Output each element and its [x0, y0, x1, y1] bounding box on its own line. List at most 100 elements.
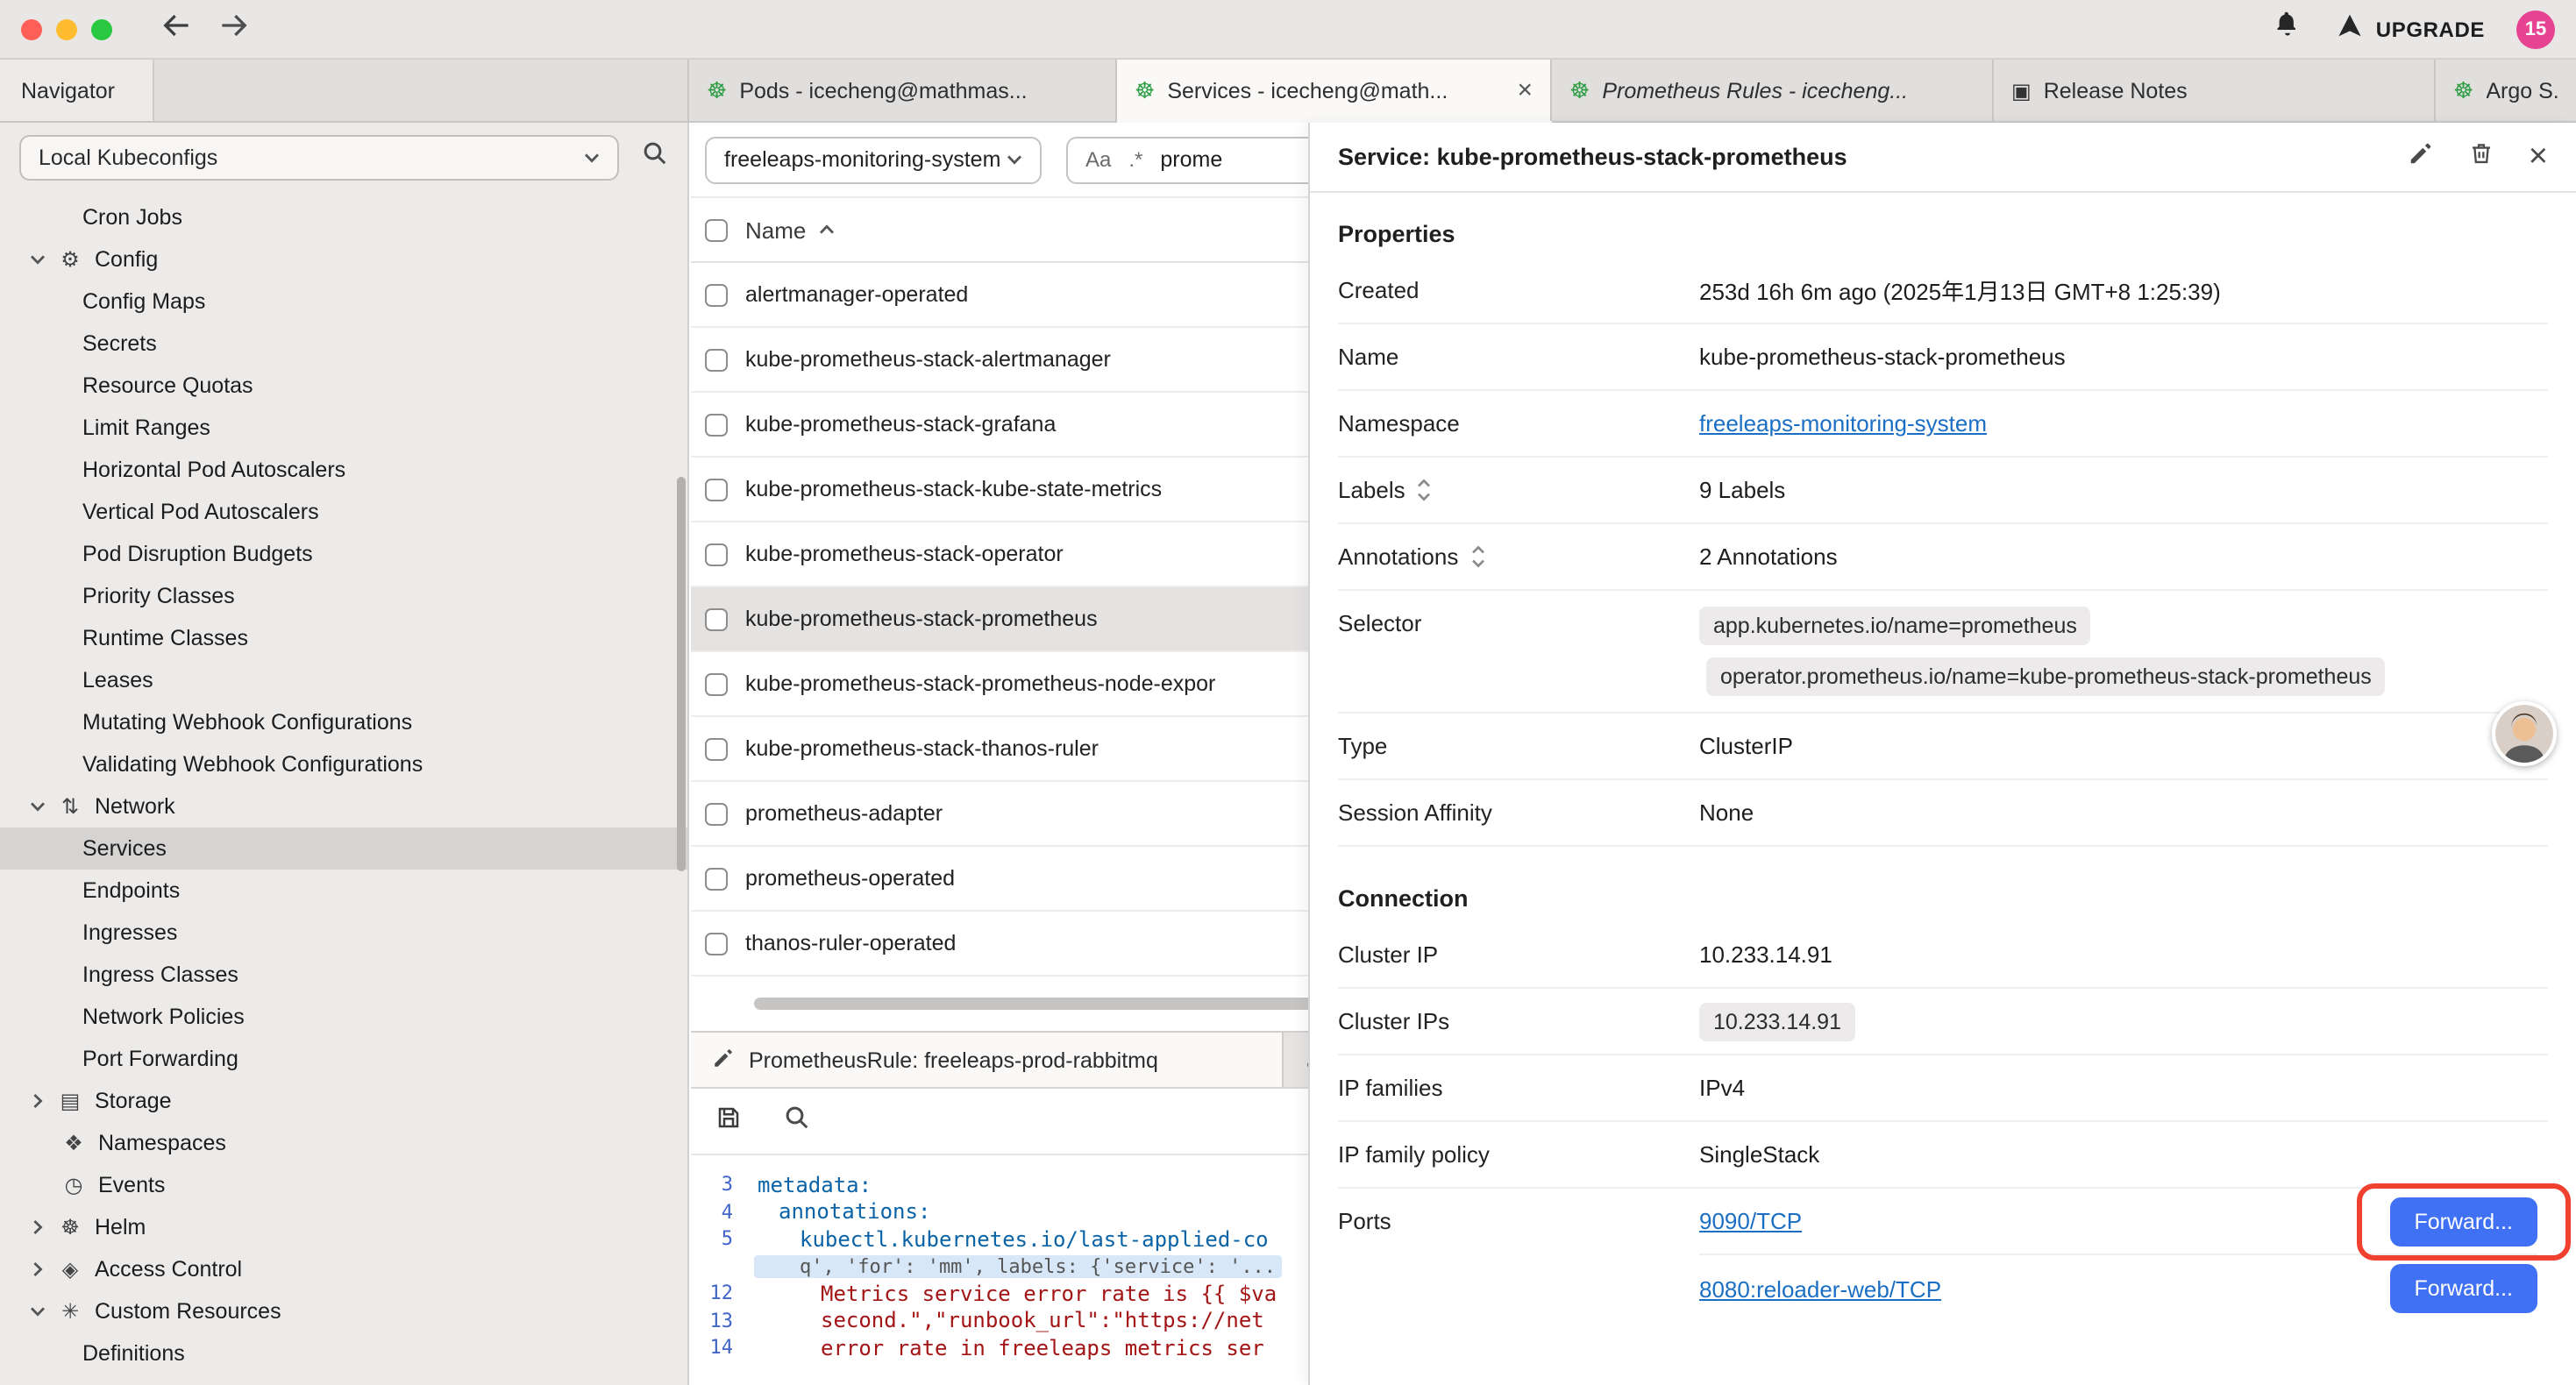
sidebar-header: Navigator [0, 60, 689, 121]
row-checkbox[interactable] [705, 802, 728, 825]
port-line-9090: 9090/TCP Forward... [1699, 1189, 2537, 1255]
row-checkbox[interactable] [705, 672, 728, 695]
sidebar-item-config-maps[interactable]: Config Maps [0, 281, 687, 323]
tab-prometheus-rules[interactable]: ☸ Prometheus Rules - icecheng... [1552, 60, 1994, 121]
search-value: prome [1160, 147, 1222, 172]
property-row-cluster-ips: Cluster IPs 10.233.14.91 [1338, 989, 2548, 1055]
sidebar-item-secrets[interactable]: Secrets [0, 323, 687, 365]
tab-services[interactable]: ☸ Services - icecheng@math... × [1117, 60, 1552, 121]
forward-port-button[interactable]: Forward... [2389, 1197, 2537, 1246]
sidebar-item-leases[interactable]: Leases [0, 659, 687, 701]
notifications-bell-icon[interactable] [2274, 11, 2301, 47]
chevron-down-icon [1007, 154, 1022, 165]
tab-navigator[interactable]: Navigator [0, 60, 154, 121]
tab-close-icon[interactable]: × [1517, 77, 1533, 103]
property-row-name: Name kube-prometheus-stack-prometheus [1338, 324, 2548, 391]
forward-port-button[interactable]: Forward... [2389, 1264, 2537, 1313]
upgrade-button[interactable]: UPGRADE [2336, 12, 2485, 46]
row-checkbox[interactable] [705, 348, 728, 371]
save-icon[interactable] [715, 1104, 742, 1140]
upgrade-label: UPGRADE [2376, 17, 2485, 41]
sidebar-item-config[interactable]: ⚙Config [0, 238, 687, 281]
selector-chip: operator.prometheus.io/name=kube-prometh… [1706, 657, 2386, 696]
sidebar-item-cron-jobs[interactable]: Cron Jobs [0, 196, 687, 238]
editor-tab-prometheusrule[interactable]: PrometheusRule: freeleaps-prod-rabbitmq [691, 1033, 1284, 1087]
kubernetes-icon: ☸ [707, 76, 727, 104]
row-checkbox[interactable] [705, 478, 728, 501]
sidebar-item-access-control[interactable]: ◈Access Control [0, 1248, 687, 1290]
sidebar-scrollbar[interactable] [677, 477, 686, 871]
close-window-button[interactable] [21, 18, 42, 39]
regex-toggle[interactable]: .* [1128, 147, 1142, 172]
user-avatar[interactable] [2492, 701, 2557, 766]
match-case-toggle[interactable]: Aa [1085, 147, 1111, 172]
port-link[interactable]: 8080:reloader-web/TCP [1699, 1275, 1941, 1302]
navigator-sidebar: Local Kubeconfigs Cron Jobs ⚙Config Conf… [0, 123, 689, 1385]
close-icon[interactable]: × [2529, 140, 2548, 174]
sidebar-item-endpoints[interactable]: Endpoints [0, 870, 687, 912]
section-heading-properties: Properties [1338, 221, 2548, 247]
sidebar-item-pod-disruption-budgets[interactable]: Pod Disruption Budgets [0, 533, 687, 575]
kubeconfig-select[interactable]: Local Kubeconfigs [19, 135, 619, 181]
sidebar-item-validating-webhook-configurations[interactable]: Validating Webhook Configurations [0, 743, 687, 785]
edit-pencil-icon[interactable] [2408, 139, 2434, 174]
sidebar-item-storage[interactable]: ▤Storage [0, 1080, 687, 1122]
sidebar-item-custom-resources[interactable]: ✳Custom Resources [0, 1290, 687, 1332]
expand-updown-icon[interactable] [1470, 545, 1484, 568]
namespace-select[interactable]: freeleaps-monitoring-system [705, 136, 1042, 183]
namespaces-icon: ❖ [60, 1131, 88, 1155]
annotation-highlight-box: Forward... [2356, 1183, 2571, 1260]
sidebar-item-resource-quotas[interactable]: Resource Quotas [0, 365, 687, 407]
sidebar-item-ingress-classes[interactable]: Ingress Classes [0, 954, 687, 996]
port-link[interactable]: 9090/TCP [1699, 1208, 1802, 1234]
tab-pods[interactable]: ☸ Pods - icecheng@mathmas... [689, 60, 1117, 121]
sidebar-item-helm[interactable]: ☸Helm [0, 1206, 687, 1248]
expand-updown-icon[interactable] [1418, 479, 1432, 501]
sidebar-item-definitions[interactable]: Definitions [0, 1332, 687, 1374]
zoom-window-button[interactable] [91, 18, 112, 39]
horizontal-scrollbar[interactable] [754, 998, 1319, 1010]
minimize-window-button[interactable] [56, 18, 77, 39]
editor-search-icon[interactable] [784, 1104, 810, 1140]
namespace-link[interactable]: freeleaps-monitoring-system [1699, 410, 1987, 437]
row-checkbox[interactable] [705, 283, 728, 306]
sidebar-item-runtime-classes[interactable]: Runtime Classes [0, 617, 687, 659]
notification-count-badge[interactable]: 15 [2516, 10, 2555, 48]
property-row-ip-families: IP families IPv4 [1338, 1055, 2548, 1122]
sidebar-item-ingresses[interactable]: Ingresses [0, 912, 687, 954]
sidebar-search-icon[interactable] [642, 140, 668, 175]
row-checkbox[interactable] [705, 737, 728, 760]
tab-bar: Navigator ☸ Pods - icecheng@mathmas... ☸… [0, 60, 2576, 123]
sidebar-item-events[interactable]: ◷Events [0, 1164, 687, 1206]
select-all-checkbox[interactable] [705, 218, 728, 241]
detail-panel-header: Service: kube-prometheus-stack-prometheu… [1310, 123, 2576, 193]
row-checkbox[interactable] [705, 867, 728, 890]
row-checkbox[interactable] [705, 607, 728, 630]
sidebar-item-priority-classes[interactable]: Priority Classes [0, 575, 687, 617]
tab-argo[interactable]: ☸ Argo S... [2436, 60, 2576, 121]
sidebar-item-horizontal-pod-autoscalers[interactable]: Horizontal Pod Autoscalers [0, 449, 687, 491]
chevron-right-icon [32, 1219, 43, 1235]
sidebar-item-limit-ranges[interactable]: Limit Ranges [0, 407, 687, 449]
sidebar-item-network[interactable]: ⇅Network [0, 785, 687, 827]
sort-asc-icon [818, 224, 834, 235]
row-checkbox[interactable] [705, 413, 728, 436]
sidebar-item-mutating-webhook-configurations[interactable]: Mutating Webhook Configurations [0, 701, 687, 743]
row-checkbox[interactable] [705, 932, 728, 955]
sidebar-item-vertical-pod-autoscalers[interactable]: Vertical Pod Autoscalers [0, 491, 687, 533]
property-row-annotations: Annotations 2 Annotations [1338, 524, 2548, 591]
back-button[interactable] [161, 11, 191, 46]
tab-release-notes[interactable]: ▣ Release Notes [1994, 60, 2436, 121]
sidebar-item-namespaces[interactable]: ❖Namespaces [0, 1122, 687, 1164]
property-row-ip-family-policy: IP family policy SingleStack [1338, 1122, 2548, 1189]
sidebar-item-network-policies[interactable]: Network Policies [0, 996, 687, 1038]
property-row-type: Type ClusterIP [1338, 714, 2548, 780]
delete-trash-icon[interactable] [2469, 139, 2494, 174]
kubernetes-icon: ☸ [2453, 76, 2473, 104]
row-checkbox[interactable] [705, 543, 728, 565]
sidebar-item-port-forwarding[interactable]: Port Forwarding [0, 1038, 687, 1080]
name-column-header[interactable]: Name [745, 217, 806, 243]
sidebar-item-services[interactable]: Services [0, 827, 687, 870]
paper-plane-icon [2336, 12, 2364, 46]
forward-button[interactable] [219, 11, 249, 46]
